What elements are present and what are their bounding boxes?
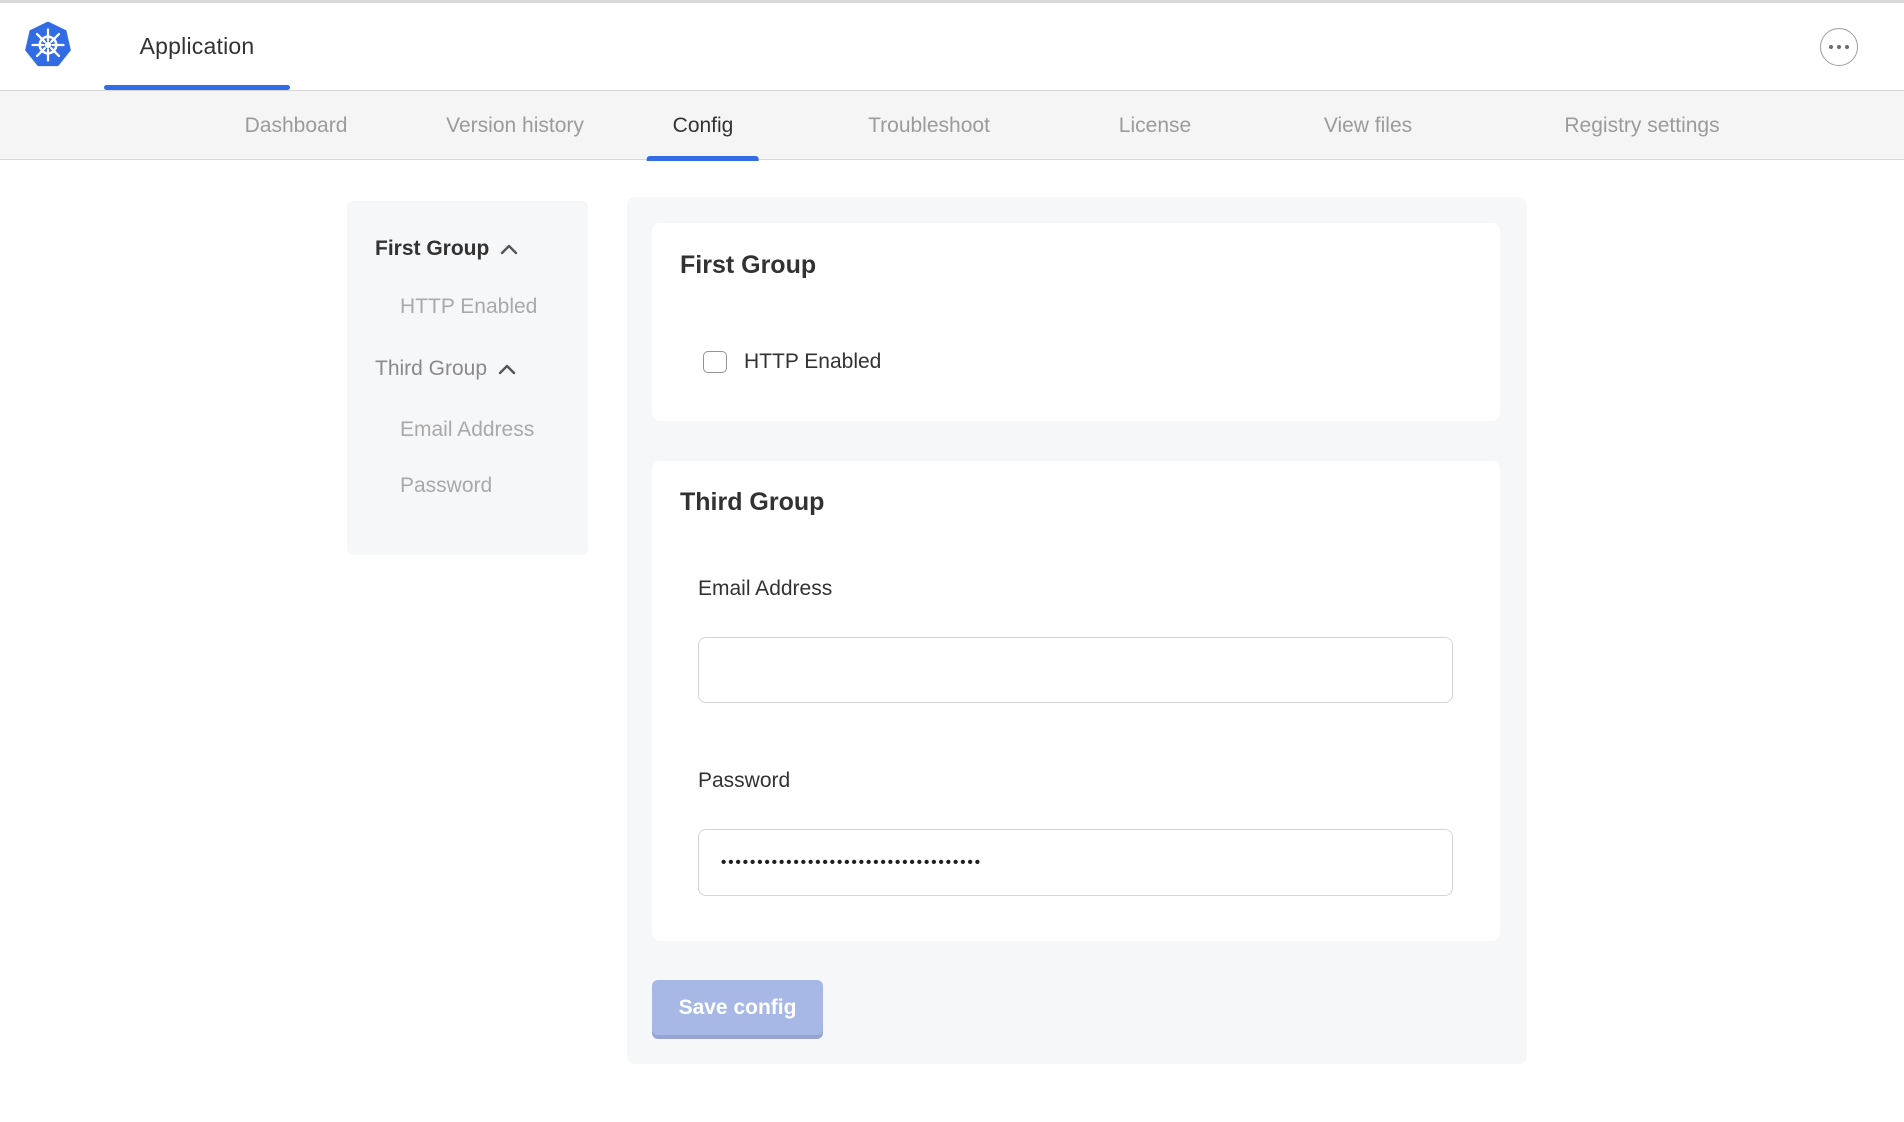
- config-sidebar: First Group HTTP Enabled Third Group Ema…: [347, 201, 588, 555]
- password-input[interactable]: [698, 829, 1453, 896]
- subnav-tab-registry-settings[interactable]: Registry settings: [1564, 91, 1719, 160]
- subnav-tab-dashboard[interactable]: Dashboard: [245, 91, 348, 160]
- sidebar-item-label: Third Group: [375, 356, 487, 382]
- subnav-tab-label: Registry settings: [1564, 114, 1719, 138]
- group-title: First Group: [680, 251, 816, 280]
- tab-application-label: Application: [140, 33, 255, 60]
- chevron-up-icon: [498, 356, 516, 382]
- group-title: Third Group: [680, 488, 824, 517]
- sidebar-item-label: First Group: [375, 236, 489, 262]
- active-tab-underline: [104, 85, 290, 90]
- config-group-card-first: First Group HTTP Enabled: [652, 223, 1500, 421]
- subnav-tab-label: Dashboard: [245, 114, 348, 138]
- sidebar-item-http-enabled[interactable]: HTTP Enabled: [400, 294, 537, 320]
- overflow-menu-button[interactable]: [1820, 28, 1858, 66]
- subnav-tab-label: License: [1119, 114, 1191, 138]
- sidebar-item-password[interactable]: Password: [400, 473, 492, 499]
- admin-console-page: Application Dashboard Version history Co…: [0, 0, 1904, 1122]
- email-address-label: Email Address: [698, 577, 832, 601]
- subnav-tab-label: Version history: [446, 114, 584, 138]
- subnav-tab-troubleshoot[interactable]: Troubleshoot: [868, 91, 990, 160]
- kubernetes-logo-icon: [23, 18, 73, 72]
- password-label: Password: [698, 769, 790, 793]
- chevron-up-icon: [500, 236, 518, 262]
- sidebar-item-label: HTTP Enabled: [400, 294, 537, 320]
- subnav-tab-license[interactable]: License: [1119, 91, 1191, 160]
- sidebar-item-third-group[interactable]: Third Group: [375, 356, 516, 382]
- tab-application[interactable]: Application: [104, 3, 290, 90]
- subnav-tab-label: Troubleshoot: [868, 114, 990, 138]
- ellipsis-icon: [1829, 45, 1834, 50]
- http-enabled-checkbox[interactable]: [703, 351, 727, 373]
- config-panel: First Group HTTP Enabled Third Group Ema…: [627, 197, 1527, 1064]
- http-enabled-label[interactable]: HTTP Enabled: [744, 350, 881, 374]
- ellipsis-icon: [1837, 45, 1842, 50]
- subnav-tab-label: View files: [1324, 114, 1412, 138]
- subnav-tab-config[interactable]: Config: [673, 91, 734, 160]
- subnav-tab-version-history[interactable]: Version history: [446, 91, 584, 160]
- save-config-button[interactable]: Save config: [652, 980, 823, 1035]
- config-group-card-third: Third Group Email Address Password: [652, 461, 1500, 941]
- sidebar-item-label: Password: [400, 473, 492, 499]
- sidebar-item-label: Email Address: [400, 417, 534, 443]
- sidebar-item-first-group[interactable]: First Group: [375, 236, 518, 262]
- subnav-tab-label: Config: [673, 114, 734, 138]
- email-address-input[interactable]: [698, 637, 1453, 703]
- app-header: Application: [0, 3, 1904, 91]
- ellipsis-icon: [1845, 45, 1850, 50]
- http-enabled-row: HTTP Enabled: [703, 350, 881, 374]
- subnav-bar: Dashboard Version history Config Trouble…: [0, 91, 1904, 160]
- active-subnav-underline: [647, 156, 759, 161]
- subnav-tab-view-files[interactable]: View files: [1324, 91, 1412, 160]
- sidebar-item-email-address[interactable]: Email Address: [400, 417, 534, 443]
